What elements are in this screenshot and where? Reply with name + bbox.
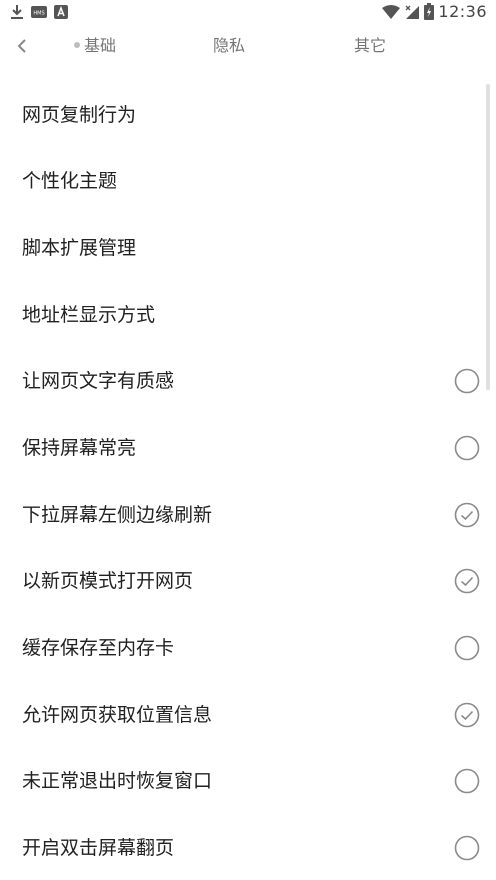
setting-label: 以新页模式打开网页 bbox=[22, 570, 194, 592]
setting-label: 让网页文字有质感 bbox=[22, 370, 175, 392]
setting-label: 网页复制行为 bbox=[22, 104, 137, 126]
active-tab-indicator bbox=[74, 41, 80, 48]
back-button[interactable] bbox=[10, 34, 34, 58]
unchecked-circle-icon[interactable] bbox=[454, 768, 480, 794]
tab-basic[interactable]: 基础 bbox=[74, 34, 116, 58]
setting-row-text-texture[interactable]: 让网页文字有质感 bbox=[0, 348, 496, 414]
unchecked-circle-icon[interactable] bbox=[454, 368, 480, 394]
setting-label: 开启双击屏幕翻页 bbox=[22, 837, 175, 859]
tab-other-label: 其它 bbox=[354, 36, 387, 55]
setting-row-double-tap-page[interactable]: 开启双击屏幕翻页 bbox=[0, 815, 496, 880]
a-icon bbox=[54, 5, 68, 19]
checked-circle-icon[interactable] bbox=[454, 568, 480, 594]
unchecked-circle-icon[interactable] bbox=[454, 835, 480, 861]
setting-row-restore-window[interactable]: 未正常退出时恢复窗口 bbox=[0, 748, 496, 814]
tab-other[interactable]: 其它 bbox=[354, 34, 386, 58]
setting-row-theme[interactable]: 个性化主题 bbox=[0, 148, 496, 214]
checked-circle-icon[interactable] bbox=[454, 502, 480, 528]
setting-row-cache-sdcard[interactable]: 缓存保存至内存卡 bbox=[0, 615, 496, 681]
checked-circle-icon[interactable] bbox=[454, 702, 480, 728]
setting-row-script-extensions[interactable]: 脚本扩展管理 bbox=[0, 215, 496, 281]
wifi-icon bbox=[382, 4, 401, 19]
scrollbar[interactable] bbox=[486, 84, 490, 390]
setting-label: 个性化主题 bbox=[22, 170, 118, 192]
setting-label: 未正常退出时恢复窗口 bbox=[22, 770, 213, 792]
tab-basic-label: 基础 bbox=[84, 36, 117, 55]
tab-privacy-label: 隐私 bbox=[213, 36, 246, 55]
setting-row-new-page-mode[interactable]: 以新页模式打开网页 bbox=[0, 548, 496, 614]
setting-row-location[interactable]: 允许网页获取位置信息 bbox=[0, 682, 496, 748]
unchecked-circle-icon[interactable] bbox=[454, 435, 480, 461]
status-time: 12:36 bbox=[438, 2, 487, 21]
setting-row-web-copy[interactable]: 网页复制行为 bbox=[0, 82, 496, 148]
chevron-left-icon bbox=[17, 39, 26, 53]
hms-icon: HMS bbox=[31, 6, 47, 18]
unchecked-circle-icon[interactable] bbox=[454, 635, 480, 661]
setting-label: 缓存保存至内存卡 bbox=[22, 637, 175, 659]
status-bar-right: 12:36 bbox=[382, 2, 487, 21]
signal-icon bbox=[405, 5, 420, 19]
setting-label: 脚本扩展管理 bbox=[22, 237, 137, 259]
battery-icon bbox=[424, 3, 435, 20]
status-bar: HMS 12:36 bbox=[0, 0, 496, 26]
tab-bar: 基础 隐私 其它 bbox=[0, 26, 496, 66]
setting-row-keep-screen-on[interactable]: 保持屏幕常亮 bbox=[0, 415, 496, 481]
download-icon bbox=[11, 5, 23, 19]
setting-label: 地址栏显示方式 bbox=[22, 304, 156, 326]
setting-row-edge-refresh[interactable]: 下拉屏幕左侧边缘刷新 bbox=[0, 482, 496, 548]
tab-privacy[interactable]: 隐私 bbox=[213, 34, 245, 58]
setting-label: 允许网页获取位置信息 bbox=[22, 704, 213, 726]
status-bar-left: HMS bbox=[10, 4, 68, 20]
setting-row-address-bar[interactable]: 地址栏显示方式 bbox=[0, 282, 496, 348]
hms-badge-text: HMS bbox=[33, 11, 44, 17]
setting-label: 保持屏幕常亮 bbox=[22, 437, 137, 459]
setting-label: 下拉屏幕左侧边缘刷新 bbox=[22, 504, 213, 526]
